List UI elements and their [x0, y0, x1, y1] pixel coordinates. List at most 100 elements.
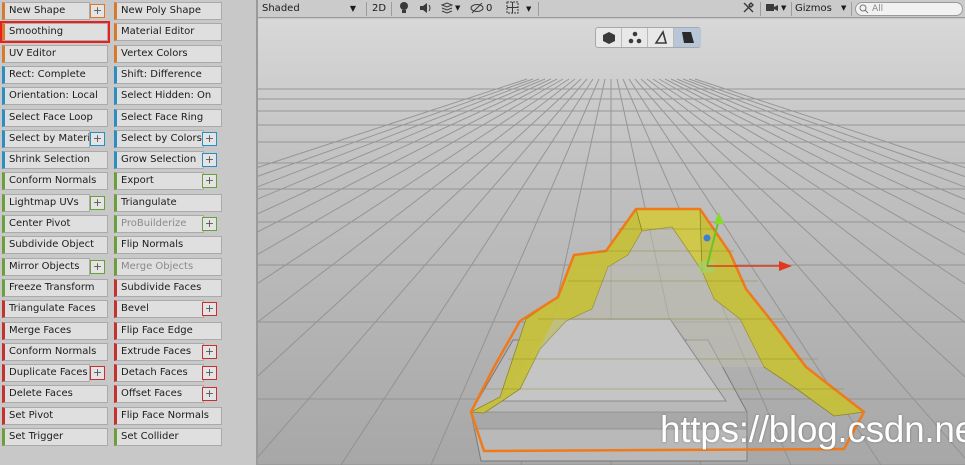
z-axis-handle[interactable] — [703, 234, 711, 242]
select-by-material-options-plus-icon[interactable]: + — [90, 131, 105, 146]
grow-selection-options-plus-icon[interactable]: + — [202, 153, 217, 168]
tool-label: Duplicate Faces — [9, 367, 88, 379]
detach-faces-button[interactable]: Detach Faces — [114, 364, 204, 383]
gizmos-dropdown[interactable]: Gizmos ▼ — [793, 1, 851, 17]
mirror-objects-options-plus-icon[interactable]: + — [90, 259, 105, 274]
duplicate-faces-button[interactable]: Duplicate Faces — [2, 364, 90, 383]
lightmap-uvs-button[interactable]: Lightmap UVs — [2, 193, 90, 212]
flip-normals-button[interactable]: Flip Normals — [114, 236, 222, 255]
select-face-loop-button[interactable]: Select Face Loop — [2, 108, 108, 127]
delete-faces-button[interactable]: Delete Faces — [2, 385, 108, 404]
tool-label: Shift: Difference — [121, 68, 202, 80]
shrink-selection-button[interactable]: Shrink Selection — [2, 151, 108, 170]
uv-editor-button[interactable]: UV Editor — [2, 44, 108, 63]
tool-label: Delete Faces — [9, 388, 73, 400]
select-face-ring-button[interactable]: Select Face Ring — [114, 108, 222, 127]
duplicate-faces-options-plus-icon[interactable]: + — [90, 366, 105, 381]
watermark: https://blog.csdn.net/liu_guozhu — [660, 409, 965, 450]
tool-label: Triangulate — [121, 196, 177, 208]
toggle-2d-label: 2D — [371, 3, 387, 14]
scene-viewport[interactable] — [258, 19, 965, 465]
grow-selection-button[interactable]: Grow Selection — [114, 151, 204, 170]
offset-faces-button[interactable]: Offset Faces — [114, 385, 204, 404]
tool-label: Vertex Colors — [121, 47, 188, 59]
orientation-local-button[interactable]: Orientation: Local — [2, 87, 108, 106]
center-pivot-button[interactable]: Center Pivot — [2, 215, 108, 233]
tool-label: Shrink Selection — [9, 154, 90, 166]
offset-faces-options-plus-icon[interactable]: + — [202, 387, 217, 402]
face-mode-button[interactable] — [674, 28, 701, 47]
camera-dropdown[interactable]: ▼ — [765, 1, 789, 17]
tool-label: New Poly Shape — [121, 5, 201, 16]
select-by-material-button[interactable]: Select by Material — [2, 129, 90, 148]
freeze-transform-button[interactable]: Freeze Transform — [2, 278, 108, 297]
material-editor-button[interactable]: Material Editor — [114, 23, 222, 42]
subdivide-object-button[interactable]: Subdivide Object — [2, 236, 108, 255]
eye-slash-icon — [470, 2, 484, 14]
select-by-colors-options-plus-icon[interactable]: + — [202, 131, 217, 146]
tool-label: Select by Colors — [121, 132, 202, 144]
shift-difference-button[interactable]: Shift: Difference — [114, 65, 222, 84]
tool-label: Mirror Objects — [9, 260, 80, 272]
grid-options-dropdown[interactable]: ▼ — [526, 1, 538, 17]
probuilderize-button[interactable]: ProBuilderize — [114, 215, 204, 233]
tools-toggle[interactable] — [742, 1, 756, 17]
tool-label: Lightmap UVs — [9, 196, 79, 208]
set-collider-button[interactable]: Set Collider — [114, 428, 222, 446]
new-shape-options-plus-icon[interactable]: + — [90, 4, 105, 18]
extrude-faces-options-plus-icon[interactable]: + — [202, 344, 217, 359]
merge-faces-button[interactable]: Merge Faces — [2, 321, 108, 340]
mirror-objects-button[interactable]: Mirror Objects — [2, 257, 90, 276]
tool-label: Center Pivot — [9, 218, 71, 229]
vertex-icon — [628, 31, 642, 44]
tool-label: Rect: Complete — [9, 68, 86, 80]
audio-toggle[interactable] — [418, 1, 434, 17]
extrude-faces-button[interactable]: Extrude Faces — [114, 342, 204, 361]
vertex-colors-button[interactable]: Vertex Colors — [114, 44, 222, 63]
conform-normals-button[interactable]: Conform Normals — [2, 172, 108, 191]
bevel-options-plus-icon[interactable]: + — [202, 302, 217, 317]
tool-label: Subdivide Faces — [121, 281, 202, 293]
flip-face-normals-button[interactable]: Flip Face Normals — [114, 406, 222, 425]
export-button[interactable]: Export — [114, 172, 204, 191]
detach-faces-options-plus-icon[interactable]: + — [202, 366, 217, 381]
tool-label: ProBuilderize — [121, 218, 187, 229]
select-hidden-on-button[interactable]: Select Hidden: On — [114, 87, 222, 106]
bevel-button[interactable]: Bevel — [114, 300, 204, 319]
tool-label: Merge Objects — [121, 260, 194, 272]
probuilderize-options-plus-icon[interactable]: + — [202, 217, 217, 231]
set-pivot-button[interactable]: Set Pivot — [2, 406, 108, 425]
merge-objects-button[interactable]: Merge Objects — [114, 257, 222, 276]
select-by-colors-button[interactable]: Select by Colors — [114, 129, 204, 148]
smoothing-button[interactable]: Smoothing — [0, 21, 110, 44]
shading-mode-dropdown[interactable]: Shaded ▼ — [260, 1, 360, 17]
lightmap-uvs-options-plus-icon[interactable]: + — [90, 195, 105, 210]
triangulate-button[interactable]: Triangulate — [114, 193, 222, 212]
grid-toggle[interactable] — [506, 1, 520, 17]
tool-label: Flip Face Edge — [121, 324, 193, 336]
new-poly-shape-button[interactable]: New Poly Shape — [114, 2, 222, 20]
flip-face-edge-button[interactable]: Flip Face Edge — [114, 321, 222, 340]
tool-label: Select Face Ring — [121, 111, 204, 123]
object-mode-button[interactable] — [596, 28, 622, 47]
export-options-plus-icon[interactable]: + — [202, 174, 217, 189]
tool-label: Set Pivot — [9, 409, 54, 421]
hidden-objects-toggle[interactable]: 0 — [470, 1, 498, 17]
scene-search-input[interactable]: All — [855, 2, 963, 16]
new-shape-button[interactable]: New Shape — [2, 2, 90, 20]
set-trigger-button[interactable]: Set Trigger — [2, 428, 108, 446]
tool-label: Extrude Faces — [121, 345, 192, 357]
edge-mode-button[interactable] — [648, 28, 674, 47]
chevron-down-icon: ▼ — [841, 4, 847, 12]
effects-dropdown[interactable]: ▼ — [440, 1, 462, 17]
grid-icon — [506, 1, 519, 14]
lighting-toggle[interactable] — [398, 1, 412, 17]
subdivide-faces-button[interactable]: Subdivide Faces — [114, 278, 222, 297]
tool-label: Subdivide Object — [9, 239, 95, 251]
conform-normals-button[interactable]: Conform Normals — [2, 342, 108, 361]
toggle-2d-button[interactable]: 2D — [370, 1, 388, 17]
search-icon — [859, 4, 869, 14]
triangulate-faces-button[interactable]: Triangulate Faces — [2, 300, 108, 319]
vertex-mode-button[interactable] — [622, 28, 648, 47]
rect-complete-button[interactable]: Rect: Complete — [2, 65, 108, 84]
